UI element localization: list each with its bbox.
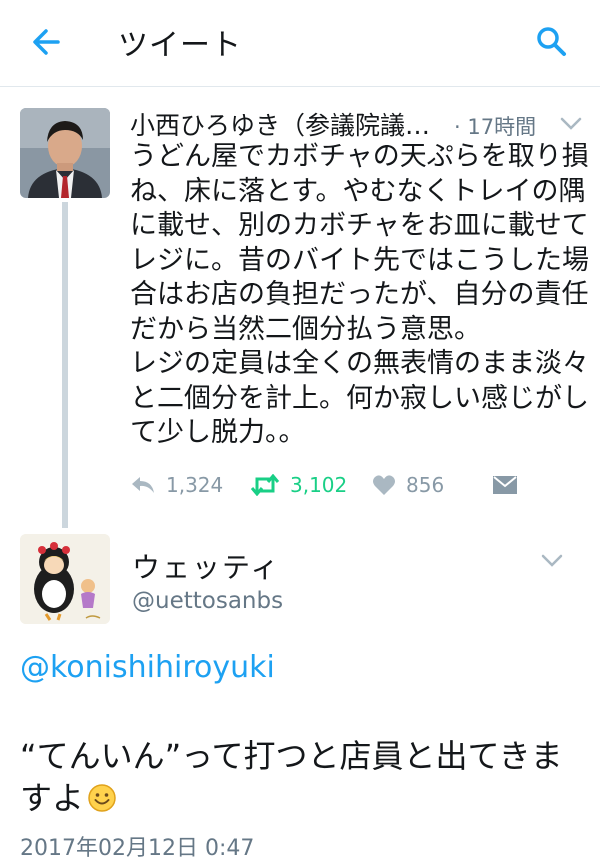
chevron-down-icon bbox=[560, 117, 582, 130]
heart-icon bbox=[373, 475, 395, 495]
retweet-count: 3,102 bbox=[290, 473, 348, 497]
retweet-button[interactable]: 3,102 bbox=[250, 470, 347, 500]
tweet-timestamp: · 17時間 bbox=[454, 115, 537, 139]
reply-icon bbox=[132, 477, 154, 493]
tweet-text: “てんいん”って打つと店員と出てきますよ bbox=[20, 735, 585, 819]
page-title: ツイート bbox=[118, 28, 242, 63]
direct-message-button[interactable] bbox=[492, 470, 518, 500]
app-header: ツイート bbox=[0, 0, 600, 87]
tweet-author-name[interactable]: 小西ひろゆき（参議院議… bbox=[130, 106, 452, 142]
search-button[interactable] bbox=[532, 22, 572, 62]
tweet-menu-button[interactable] bbox=[541, 553, 563, 567]
avatar[interactable] bbox=[20, 534, 110, 624]
thread-connector-line bbox=[62, 202, 68, 528]
like-button[interactable]: 856 bbox=[372, 470, 444, 500]
mention-link[interactable]: @konishihiroyuki bbox=[20, 650, 275, 685]
like-count: 856 bbox=[406, 473, 445, 497]
tweet-timestamp: 2017年02月12日 0:47 bbox=[20, 836, 255, 861]
search-icon bbox=[537, 27, 566, 56]
tweet-text: うどん屋でカボチャの天ぷらを取り損ね、床に落とす。やむなくトレイの隅に載せ、別の… bbox=[130, 141, 589, 448]
reply-count: 1,324 bbox=[166, 473, 224, 497]
back-button[interactable] bbox=[28, 24, 68, 60]
envelope-icon bbox=[493, 476, 517, 494]
retweet-icon bbox=[250, 474, 280, 496]
chevron-down-icon bbox=[541, 554, 563, 567]
reply-button[interactable]: 1,324 bbox=[130, 470, 223, 500]
tweet-menu-button[interactable] bbox=[560, 116, 582, 130]
smiling-face-icon bbox=[88, 784, 116, 812]
arrow-left-icon bbox=[33, 29, 60, 55]
tweet-author-name[interactable]: ウェッティ bbox=[132, 546, 280, 586]
tweet-author-handle[interactable]: @uettosanbs bbox=[132, 588, 283, 614]
avatar[interactable] bbox=[20, 108, 110, 198]
